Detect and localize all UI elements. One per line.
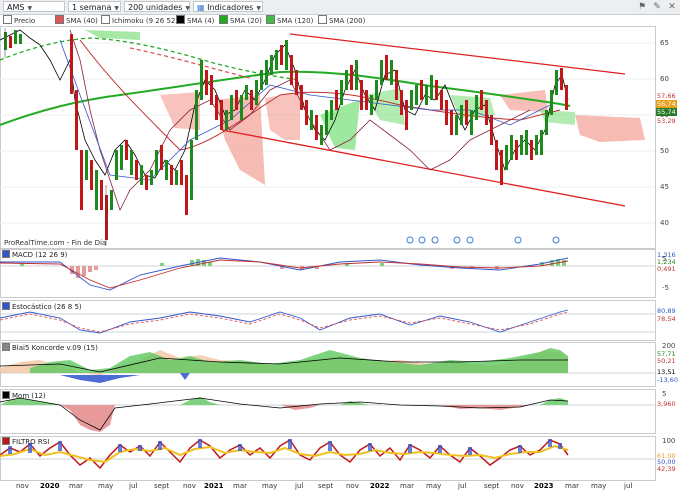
sma200-line [0, 37, 301, 81]
legend-swatch [2, 437, 10, 445]
macd-panel-label[interactable]: MACD (12 26 9) [2, 250, 67, 260]
rsi-panel-label[interactable]: FILTRO RSI [2, 437, 49, 447]
price-axis-label: 40 [660, 219, 669, 227]
koncorde-tag: 13,51 [657, 368, 676, 376]
stoch-tag: 80,89 [657, 307, 676, 315]
x-axis-label: 2023 [534, 482, 554, 490]
x-axis-label: nov [511, 482, 524, 490]
stochastic-panel [0, 309, 655, 334]
x-axis-label: mar [69, 482, 83, 490]
stoch-tag: 78,54 [657, 315, 676, 323]
momentum-panel [0, 397, 655, 432]
mom-axis-label: 5 [662, 390, 667, 398]
data-source-label: ProRealTime.com - Fin de Día [4, 239, 107, 247]
sma-dashed-red [129, 47, 251, 79]
price-panel-frame [0, 26, 656, 249]
x-axis-label: nov [346, 482, 359, 490]
legend-swatch [2, 302, 10, 310]
x-axis-label: jul [129, 482, 138, 490]
macd-axis-label: 5 [662, 255, 667, 263]
mom-tag: 3,960 [657, 400, 676, 408]
legend-swatch [2, 391, 10, 399]
x-axis-label: may [591, 482, 607, 490]
macd-panel [0, 257, 655, 291]
price-axis-label: 60 [660, 75, 669, 83]
price-tag: 57,66 [656, 92, 677, 100]
koncorde-panel [0, 348, 655, 383]
macd-axis-label: -5 [662, 284, 669, 292]
x-axis-label: jul [295, 482, 304, 490]
legend-swatch [2, 250, 10, 258]
price-axis-label: 65 [660, 39, 669, 47]
x-axis-label: may [426, 482, 442, 490]
panel-title: FILTRO RSI [12, 438, 50, 446]
panel-title: Blai5 Koncorde v.09 (15) [12, 344, 98, 352]
rsi-panel [0, 438, 655, 470]
stoch-panel-label[interactable]: Estocástico (26 8 5) [2, 302, 82, 312]
rsi-axis-label: 100 [662, 437, 676, 445]
macd-panel-frame [0, 249, 656, 298]
x-axis-label: 2021 [204, 482, 224, 490]
x-axis-label: nov [16, 482, 29, 490]
x-axis-label: 2022 [370, 482, 390, 490]
price-axis-label: 50 [660, 147, 669, 155]
koncorde-tag: 50,21 [657, 357, 676, 365]
x-axis-label: jul [624, 482, 633, 490]
x-axis-label: mar [400, 482, 414, 490]
panel-title: MACD (12 26 9) [12, 251, 68, 259]
x-axis-label: nov [183, 482, 196, 490]
macd-tag: 0,491 [657, 265, 676, 273]
legend-swatch [2, 343, 10, 351]
stoch-panel-frame [0, 300, 656, 341]
event-markers [406, 236, 560, 244]
x-axis-label: mar [565, 482, 579, 490]
koncorde-tag: -13,60 [657, 376, 678, 384]
chart-canvas[interactable] [0, 0, 680, 494]
price-tag: 56,74 [656, 100, 677, 108]
price-tag: 53,29 [656, 117, 677, 125]
x-axis-label: sept [484, 482, 500, 490]
price-tag: 55,74 [656, 108, 677, 116]
x-axis-label: jul [458, 482, 467, 490]
rsi-tag: 42,39 [657, 465, 676, 473]
x-axis-label: 2020 [40, 482, 60, 490]
panel-title: Mom (12) [12, 392, 46, 400]
x-axis-label: sept [154, 482, 170, 490]
x-axis-label: may [262, 482, 278, 490]
x-axis-label: may [98, 482, 114, 490]
x-axis-label: mar [233, 482, 247, 490]
x-axis-label: sept [318, 482, 334, 490]
koncorde-axis-label: 200 [662, 342, 676, 350]
price-axis-label: 45 [660, 183, 669, 191]
koncorde-panel-label[interactable]: Blai5 Koncorde v.09 (15) [2, 343, 98, 353]
panel-title: Estocástico (26 8 5) [12, 303, 82, 311]
mom-panel-label[interactable]: Mom (12) [2, 391, 46, 401]
